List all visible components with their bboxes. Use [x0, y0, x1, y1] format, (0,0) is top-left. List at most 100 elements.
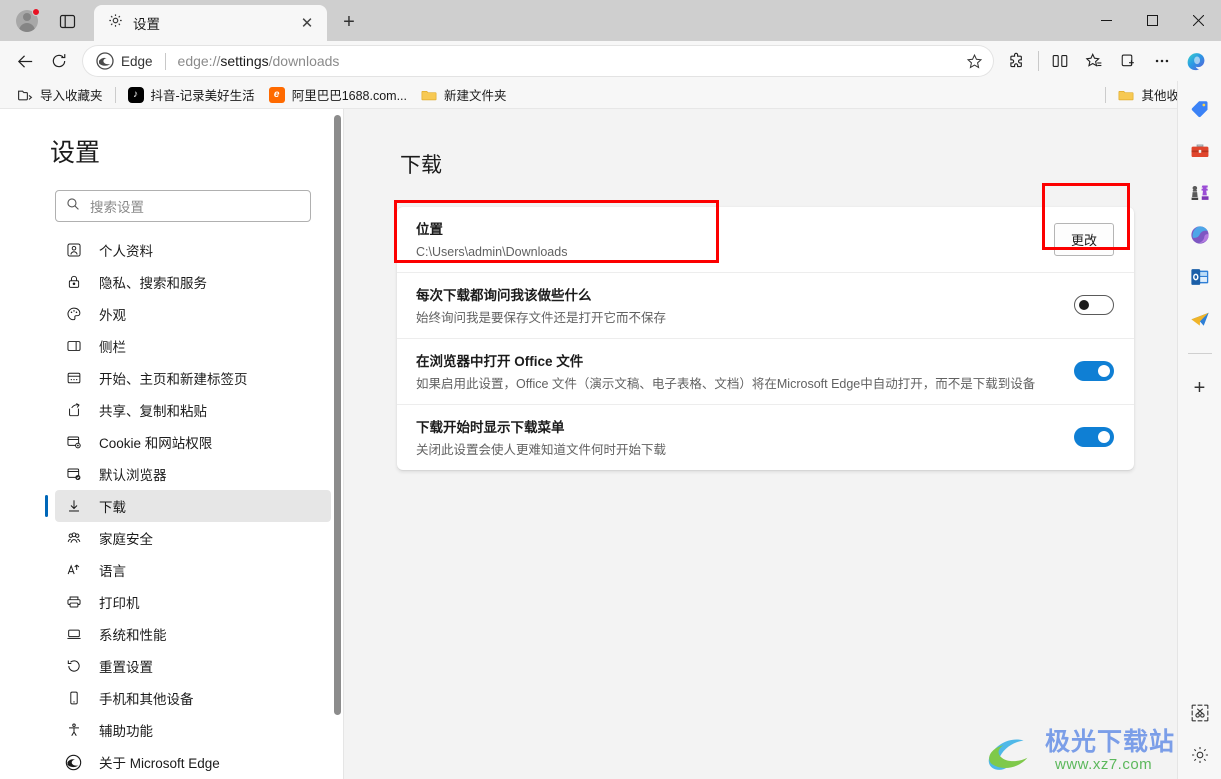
sidebar-item-label: 家庭安全 — [99, 532, 153, 547]
gear-icon — [108, 13, 123, 33]
shopping-tag-icon[interactable] — [1186, 95, 1214, 123]
ask-where-to-save-toggle[interactable] — [1074, 295, 1114, 316]
sidebar-item-printers[interactable]: 打印机 — [55, 586, 331, 618]
show-downloads-menu-toggle[interactable] — [1074, 427, 1114, 448]
sidebar-item-downloads[interactable]: 下载 — [45, 490, 331, 522]
tab-actions-icon[interactable] — [50, 4, 84, 38]
microsoft365-icon[interactable] — [1186, 221, 1214, 249]
back-arrow-icon[interactable] — [8, 45, 42, 77]
sidebar-item-profiles[interactable]: 个人资料 — [55, 234, 331, 266]
bookmark-label: 抖音-记录美好生活 — [150, 89, 255, 103]
star-outline-icon[interactable] — [960, 47, 988, 75]
bookmarks-bar: 导入收藏夹 ♪ 抖音-记录美好生活 e 阿里巴巴1688.com... 新建文件… — [0, 81, 1221, 109]
sidebar-item-accessibility[interactable]: 辅助功能 — [55, 714, 331, 746]
bookmark-label: 新建文件夹 — [444, 89, 507, 103]
bookmarks-divider — [114, 86, 116, 103]
copilot-icon[interactable] — [1179, 45, 1213, 77]
toolbar-divider — [1038, 51, 1039, 71]
bookmark-alibaba[interactable]: e 阿里巴巴1688.com... — [262, 82, 414, 107]
tab-close-button[interactable]: ✕ — [295, 11, 319, 35]
sidebar-item-label: 隐私、搜索和服务 — [99, 276, 207, 291]
tab-title: 设置 — [133, 17, 160, 32]
settings-content: 下载 位置 C:\Users\admin\Downloads 更改 每次下载都询… — [344, 109, 1177, 779]
row-subtitle: 始终询问我是要保存文件还是打开它而不保存 — [416, 310, 667, 325]
row-text-group: 位置 C:\Users\admin\Downloads — [416, 207, 1054, 272]
row-download-location: 位置 C:\Users\admin\Downloads 更改 — [397, 207, 1134, 273]
sidebar-icon — [65, 338, 82, 355]
system-icon — [65, 626, 82, 643]
bookmark-label: 导入收藏夹 — [40, 89, 103, 103]
sidebar-item-share-copy-paste[interactable]: 共享、复制和粘贴 — [55, 394, 331, 426]
new-tab-button[interactable]: + — [333, 6, 365, 38]
sidebar-item-privacy[interactable]: 隐私、搜索和服务 — [55, 266, 331, 298]
bookmark-import-favorites[interactable]: 导入收藏夹 — [10, 82, 110, 107]
url-text[interactable]: edge://settings/downloads — [178, 53, 960, 69]
edge-sidebar-divider — [1187, 353, 1212, 354]
row-open-office-files: 在浏览器中打开 Office 文件 如果启用此设置，Office 文件（演示文稿… — [397, 339, 1134, 405]
sidebar-item-family-safety[interactable]: 家庭安全 — [55, 522, 331, 554]
search-icon — [66, 197, 80, 216]
downloads-settings-card: 位置 C:\Users\admin\Downloads 更改 每次下载都询问我该… — [397, 207, 1134, 470]
sidebar-item-phone-other-devices[interactable]: 手机和其他设备 — [55, 682, 331, 714]
sidebar-item-about-edge[interactable]: 关于 Microsoft Edge — [55, 746, 331, 778]
sidebar-item-system-performance[interactable]: 系统和性能 — [55, 618, 331, 650]
browser-tab[interactable]: 设置 ✕ — [94, 5, 327, 41]
sidebar-item-reset-settings[interactable]: 重置设置 — [55, 650, 331, 682]
language-icon — [65, 562, 82, 579]
settings-page: 设置 搜索设置 个人资料 隐私、搜索和服务 外观 侧栏 开始、主页和新建标签页 … — [0, 109, 1177, 779]
sidebar-scrollbar[interactable] — [334, 115, 341, 715]
profile-button[interactable] — [10, 4, 44, 38]
tools-briefcase-icon[interactable] — [1186, 137, 1214, 165]
sidebar-item-sidebar[interactable]: 侧栏 — [55, 330, 331, 362]
row-text-group: 在浏览器中打开 Office 文件 如果启用此设置，Office 文件（演示文稿… — [416, 339, 1074, 404]
settings-gear-icon[interactable] — [1186, 741, 1214, 769]
address-bar[interactable]: Edge edge://settings/downloads — [82, 45, 994, 77]
window-controls — [1083, 0, 1221, 41]
minimize-button[interactable] — [1083, 0, 1129, 41]
url-host: settings — [220, 53, 269, 69]
tab-strip: 设置 ✕ + — [0, 0, 1221, 41]
sidebar-item-label: 默认浏览器 — [99, 468, 167, 483]
row-show-downloads-menu: 下载开始时显示下载菜单 关闭此设置会使人更难知道文件何时开始下载 — [397, 405, 1134, 470]
row-title: 位置 — [416, 222, 443, 237]
sidebar-item-label: 语言 — [99, 564, 126, 579]
more-options-icon[interactable] — [1145, 45, 1179, 77]
default-browser-icon — [65, 466, 82, 483]
search-settings-input[interactable]: 搜索设置 — [55, 190, 311, 222]
row-text-group: 下载开始时显示下载菜单 关闭此设置会使人更难知道文件何时开始下载 — [416, 405, 1074, 470]
sidebar-item-default-browser[interactable]: 默认浏览器 — [55, 458, 331, 490]
maximize-button[interactable] — [1129, 0, 1175, 41]
edge-logo-icon — [65, 754, 82, 771]
alibaba-icon: e — [268, 86, 285, 103]
browser-window: 设置 ✕ + Edge edge://settings/downloads 导入… — [0, 0, 1221, 779]
favorites-icon[interactable] — [1077, 45, 1111, 77]
add-sidebar-app-button[interactable]: + — [1186, 374, 1214, 402]
sidebar-item-label: 重置设置 — [99, 660, 153, 675]
family-icon — [65, 530, 82, 547]
outlook-icon[interactable] — [1186, 263, 1214, 291]
row-subtitle: 如果启用此设置，Office 文件（演示文稿、电子表格、文档）将在Microso… — [416, 376, 1036, 391]
telegram-plane-icon[interactable] — [1186, 305, 1214, 333]
sidebar-item-languages[interactable]: 语言 — [55, 554, 331, 586]
sidebar-item-cookies-permissions[interactable]: Cookie 和网站权限 — [55, 426, 331, 458]
change-location-button[interactable]: 更改 — [1053, 222, 1114, 256]
collections-icon[interactable] — [1111, 45, 1145, 77]
row-title: 每次下载都询问我该做些什么 — [416, 287, 592, 303]
sidebar-item-start-home-newtab[interactable]: 开始、主页和新建标签页 — [55, 362, 331, 394]
phone-icon — [65, 690, 82, 707]
extensions-icon[interactable] — [1000, 45, 1034, 77]
open-office-files-toggle[interactable] — [1074, 361, 1114, 382]
games-icon[interactable] — [1186, 179, 1214, 207]
close-button[interactable] — [1175, 0, 1221, 41]
bookmark-new-folder[interactable]: 新建文件夹 — [414, 82, 514, 107]
screenshot-crop-icon[interactable] — [1186, 699, 1214, 727]
profile-icon — [65, 242, 82, 259]
toggle-knob — [1079, 300, 1089, 311]
import-favorites-icon — [17, 87, 33, 103]
bookmark-douyin[interactable]: ♪ 抖音-记录美好生活 — [121, 82, 262, 107]
edge-logo-icon: Edge — [96, 52, 153, 70]
refresh-icon[interactable] — [42, 45, 76, 77]
lock-icon — [65, 274, 82, 291]
split-screen-icon[interactable] — [1043, 45, 1077, 77]
sidebar-item-appearance[interactable]: 外观 — [55, 298, 331, 330]
